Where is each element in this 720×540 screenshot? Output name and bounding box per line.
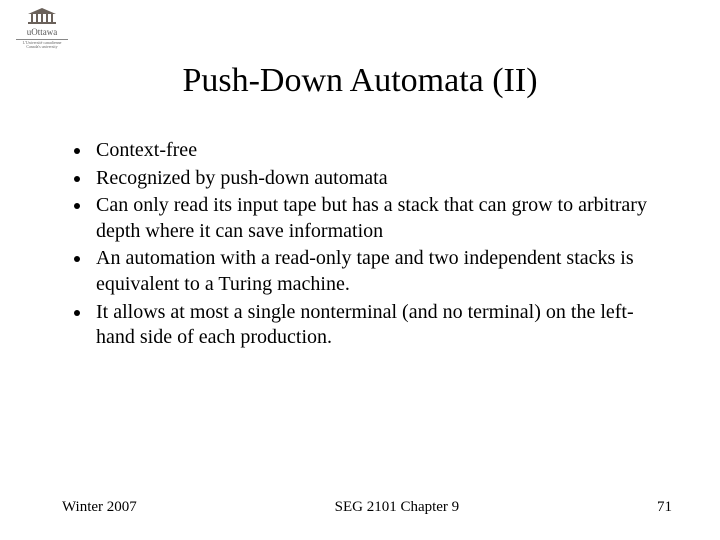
list-item: Context-free xyxy=(92,138,656,164)
university-logo: uOttawa L'Université canadienne Canada's… xyxy=(16,8,68,50)
slide-title: Push-Down Automata (II) xyxy=(0,0,720,100)
logo-subtitle: L'Université canadienne Canada's univers… xyxy=(16,41,68,50)
slide-footer: Winter 2007 SEG 2101 Chapter 9 71 xyxy=(0,499,720,516)
bullet-list: Context-free Recognized by push-down aut… xyxy=(92,138,656,351)
building-icon xyxy=(28,8,56,26)
list-item: It allows at most a single nonterminal (… xyxy=(92,300,656,351)
logo-name: uOttawa xyxy=(16,28,68,37)
footer-right: 71 xyxy=(657,499,672,516)
footer-left: Winter 2007 xyxy=(62,499,137,516)
list-item: Can only read its input tape but has a s… xyxy=(92,193,656,244)
list-item: An automation with a read-only tape and … xyxy=(92,246,656,297)
list-item: Recognized by push-down automata xyxy=(92,166,656,192)
footer-center: SEG 2101 Chapter 9 xyxy=(335,499,460,516)
